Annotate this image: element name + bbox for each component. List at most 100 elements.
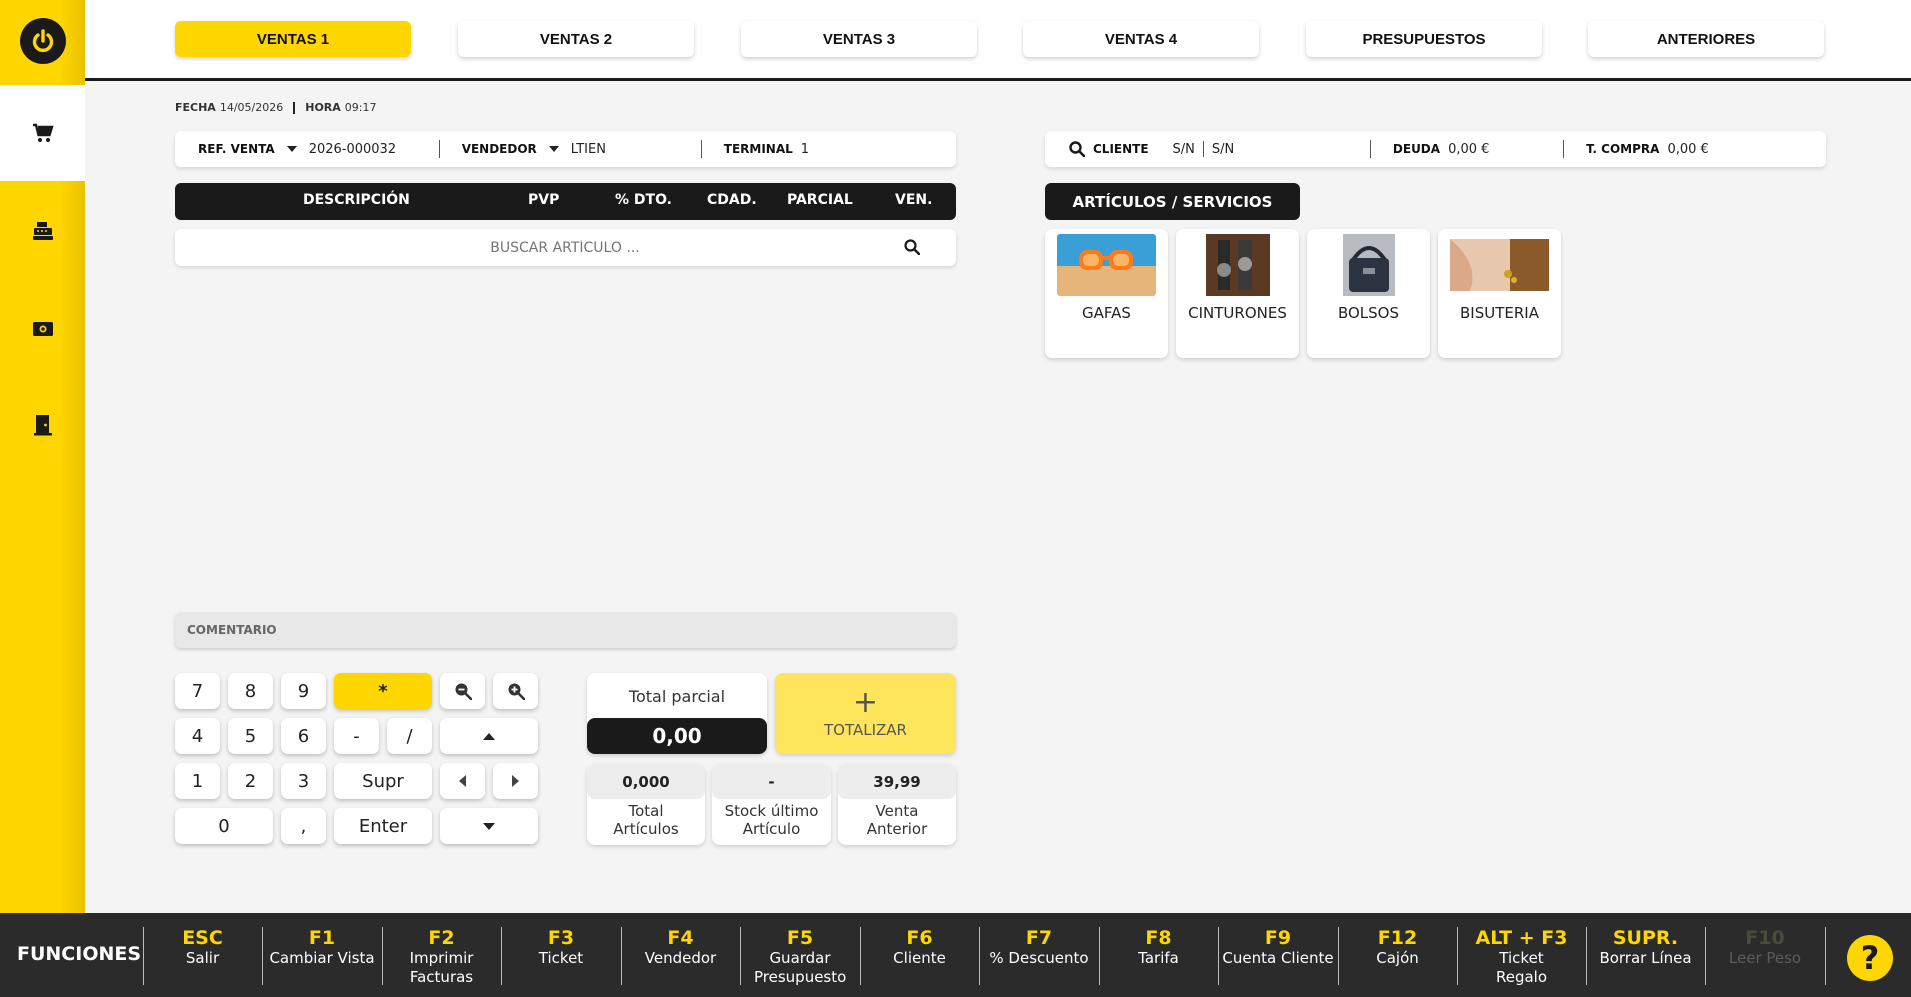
tab-ventas-3[interactable]: VENTAS 3	[741, 21, 977, 57]
key-supr[interactable]: Supr	[334, 763, 432, 799]
fkey-f4[interactable]: F4 Vendedor	[621, 927, 740, 989]
fkey-f1[interactable]: F1 Cambiar Vista	[262, 927, 382, 989]
total-articulos-label: Total Artículos	[613, 802, 679, 838]
articulos-servicios-tab[interactable]: ARTÍCULOS / SERVICIOS	[1045, 183, 1300, 220]
search-icon[interactable]	[904, 239, 920, 255]
help-icon: ?	[1860, 939, 1880, 977]
sidebar-item-cash[interactable]	[0, 281, 85, 377]
ref-venta-value: 2026-000032	[308, 141, 397, 157]
gafas-image	[1057, 234, 1156, 296]
key-multiply[interactable]: *	[334, 673, 432, 709]
tab-ventas-1[interactable]: VENTAS 1	[175, 21, 411, 57]
fkey-esc[interactable]: ESC Salir	[143, 927, 262, 989]
power-button[interactable]	[0, 0, 85, 81]
total-articulos-value: 0,000	[587, 764, 705, 799]
cash-register-icon	[32, 222, 53, 240]
venta-anterior-value: 39,99	[838, 764, 956, 799]
key-6[interactable]: 6	[281, 718, 326, 754]
key-comma[interactable]: ,	[281, 808, 326, 844]
arrow-left-icon	[459, 775, 466, 787]
key-4[interactable]: 4	[175, 718, 220, 754]
key-7[interactable]: 7	[175, 673, 220, 709]
fkey-alt-f3[interactable]: ALT + F3 Ticket Regalo	[1457, 927, 1586, 989]
separator	[700, 140, 702, 158]
deuda-label: DEUDA	[1392, 142, 1441, 156]
vendedor-dropdown-icon[interactable]	[548, 146, 559, 152]
arrow-down-button[interactable]	[440, 808, 538, 844]
key-2[interactable]: 2	[228, 763, 273, 799]
zoom-in-icon	[508, 683, 525, 700]
fkey-desc: Guardar Presupuesto	[754, 949, 847, 986]
terminal-value: 1	[800, 141, 810, 157]
key-1[interactable]: 1	[175, 763, 220, 799]
fkey-key: ALT + F3	[1475, 927, 1568, 949]
fkey-desc: Borrar Línea	[1599, 949, 1692, 967]
hora-value: 09:17	[344, 101, 377, 114]
fkey-f3[interactable]: F3 Ticket	[501, 927, 621, 989]
key-3[interactable]: 3	[281, 763, 326, 799]
function-keys-bar: FUNCIONES ESC Salir F1 Cambiar Vista F2 …	[0, 913, 1911, 997]
key-5[interactable]: 5	[228, 718, 273, 754]
zoom-out-icon	[455, 683, 472, 700]
category-label: BISUTERIA	[1460, 304, 1539, 322]
search-article-input[interactable]	[175, 229, 895, 266]
key-divide[interactable]: /	[387, 718, 432, 754]
category-bolsos[interactable]: BOLSOS	[1307, 229, 1430, 358]
totalizar-button[interactable]: + TOTALIZAR	[775, 673, 956, 754]
sidebar-item-cart[interactable]	[0, 85, 85, 181]
ref-venta-dropdown-icon[interactable]	[286, 146, 297, 152]
fkey-supr[interactable]: SUPR. Borrar Línea	[1586, 927, 1705, 989]
comment-field[interactable]: COMENTARIO	[175, 612, 956, 648]
tab-presupuestos[interactable]: PRESUPUESTOS	[1306, 21, 1542, 57]
fkey-f12[interactable]: F12 Cajón	[1338, 927, 1457, 989]
tab-ventas-2[interactable]: VENTAS 2	[458, 21, 694, 57]
category-cinturones[interactable]: CINTURONES	[1176, 229, 1299, 358]
key-9[interactable]: 9	[281, 673, 326, 709]
fkey-key: F10	[1745, 927, 1785, 949]
category-label: GAFAS	[1082, 304, 1131, 322]
fkey-desc: Cajón	[1376, 949, 1419, 967]
tab-anteriores[interactable]: ANTERIORES	[1588, 21, 1824, 57]
arrow-up-button[interactable]	[440, 718, 538, 754]
help-button[interactable]: ?	[1847, 935, 1893, 981]
key-enter[interactable]: Enter	[334, 808, 432, 844]
sale-lines-table-header: DESCRIPCIÓN PVP % DTO. CDAD. PARCIAL VEN…	[175, 183, 956, 220]
arrow-left-button[interactable]	[440, 763, 485, 799]
fkey-key: F1	[308, 927, 336, 949]
zoom-in-button[interactable]	[493, 673, 538, 709]
terminal-label: TERMINAL	[723, 142, 793, 156]
fkey-desc: Ticket	[538, 949, 584, 967]
fecha-value: 14/05/2026	[219, 101, 284, 114]
tcompra-label: T. COMPRA	[1586, 142, 1660, 156]
stock-ultimo-articulo-stat: - Stock último Artículo	[712, 764, 831, 845]
zoom-out-button[interactable]	[440, 673, 485, 709]
arrow-right-icon	[512, 775, 519, 787]
arrow-right-button[interactable]	[493, 763, 538, 799]
sidebar-item-exit[interactable]	[0, 377, 85, 473]
fkey-f5[interactable]: F5 Guardar Presupuesto	[740, 927, 860, 989]
column-parcial: PARCIAL	[787, 192, 853, 208]
stock-ultimo-articulo-label: Stock último Artículo	[724, 802, 819, 838]
key-8[interactable]: 8	[228, 673, 273, 709]
fkey-f6[interactable]: F6 Cliente	[860, 927, 979, 989]
key-minus[interactable]: -	[334, 718, 379, 754]
tab-ventas-4[interactable]: VENTAS 4	[1023, 21, 1259, 57]
fkey-f7[interactable]: F7 % Descuento	[979, 927, 1099, 989]
venta-anterior-stat: 39,99 Venta Anterior	[838, 764, 956, 845]
search-client-icon[interactable]	[1069, 141, 1085, 157]
fkey-f8[interactable]: F8 Tarifa	[1099, 927, 1218, 989]
tcompra-value: 0,00 €	[1667, 141, 1709, 157]
sidebar-item-register[interactable]	[0, 183, 85, 279]
cliente-value: S/N	[1172, 141, 1195, 157]
fkey-f2[interactable]: F2 Imprimir Facturas	[382, 927, 501, 989]
fkey-desc: Salir	[185, 949, 220, 967]
total-parcial-label: Total parcial	[628, 687, 726, 706]
key-0[interactable]: 0	[175, 808, 273, 844]
cliente-value-2: S/N	[1211, 141, 1235, 157]
search-article-bar	[175, 229, 956, 266]
category-bisuteria[interactable]: BISUTERIA	[1438, 229, 1561, 358]
fkey-key: ESC	[182, 927, 223, 949]
fkey-f9[interactable]: F9 Cuenta Cliente	[1218, 927, 1338, 989]
category-gafas[interactable]: GAFAS	[1045, 229, 1168, 358]
fkey-key: F8	[1145, 927, 1172, 949]
